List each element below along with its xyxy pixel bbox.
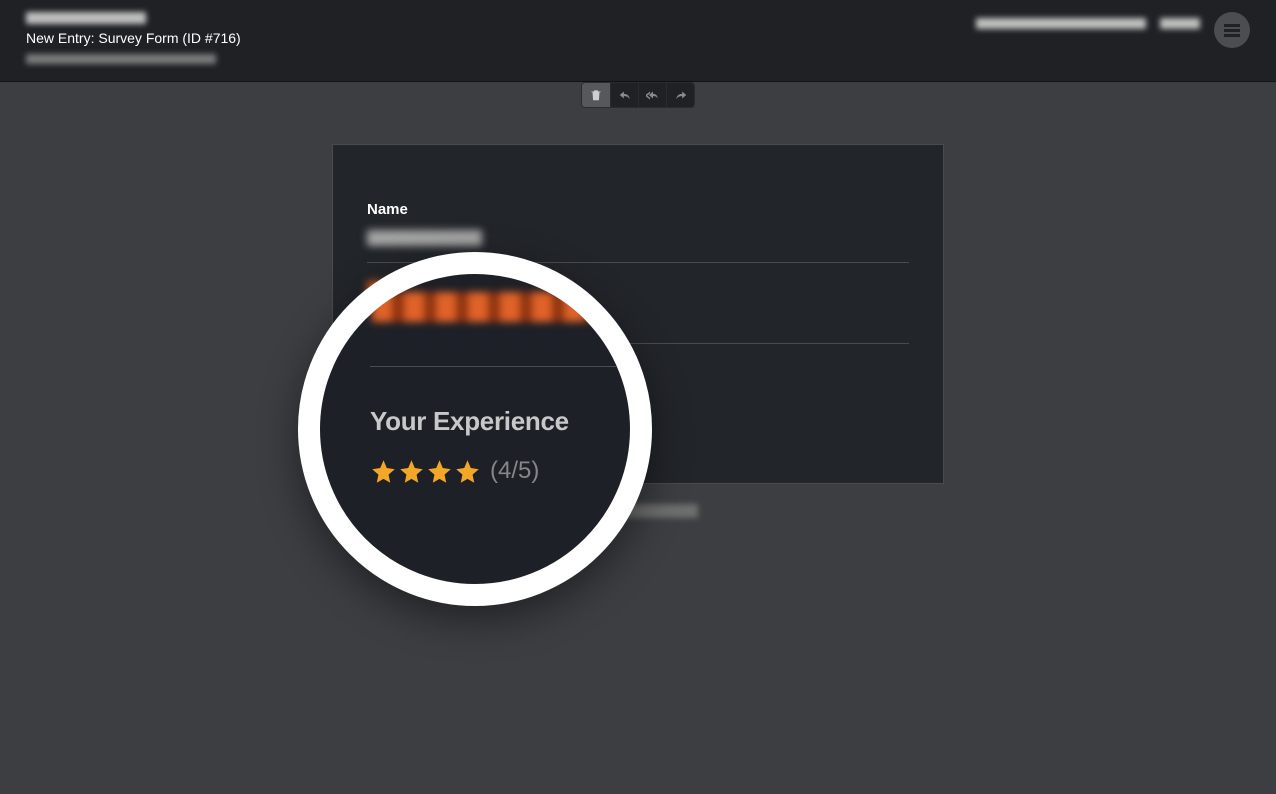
reply-icon — [618, 88, 632, 102]
entry-subtitle: New Entry: Survey Form (ID #716) — [26, 30, 241, 46]
star-rating: (4/5) — [370, 457, 610, 485]
rating-fraction: (4/5) — [490, 457, 539, 485]
forward-icon — [674, 88, 688, 102]
header-blur-right-small — [1160, 18, 1200, 29]
star-icon — [426, 458, 453, 485]
avatar[interactable] — [1214, 12, 1250, 48]
reply-all-button[interactable] — [638, 83, 666, 107]
reply-all-icon — [646, 88, 660, 102]
star-icon — [370, 458, 397, 485]
header-blur-meta — [26, 54, 216, 64]
lens-divider — [370, 366, 618, 367]
name-value-blur — [367, 230, 482, 246]
star-icon — [398, 458, 425, 485]
app-header: New Entry: Survey Form (ID #716) — [0, 0, 1276, 82]
reply-button[interactable] — [610, 83, 638, 107]
forward-button[interactable] — [666, 83, 694, 107]
name-field-label: Name — [367, 201, 909, 218]
delete-button[interactable] — [582, 83, 610, 107]
header-blur-title — [26, 12, 146, 24]
action-toolbar — [581, 82, 695, 108]
lens-orange-blur — [372, 292, 592, 322]
zoom-lens: Your Experience (4/5) — [298, 252, 652, 606]
star-icon — [454, 458, 481, 485]
experience-heading: Your Experience — [370, 406, 610, 437]
trash-icon — [589, 88, 603, 102]
header-blur-right — [976, 18, 1146, 29]
